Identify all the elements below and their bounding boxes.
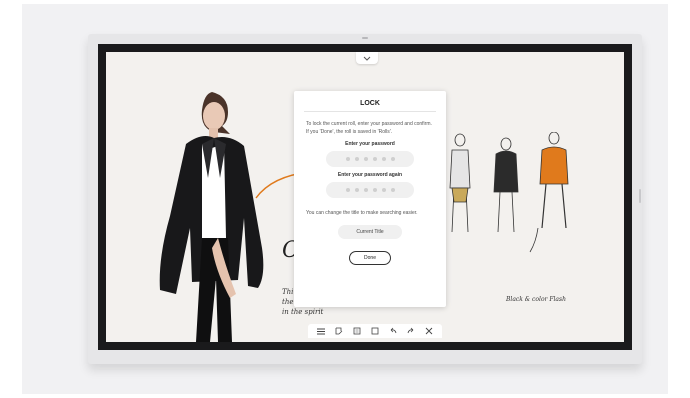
dialog-title: LOCK (304, 91, 436, 112)
password-label: Enter your password (345, 141, 395, 147)
password-mask-dot (354, 188, 359, 192)
password-mask-dot (354, 157, 359, 161)
bottom-toolbar (308, 324, 442, 338)
fashion-sketches (449, 132, 569, 253)
password-mask-dot (381, 188, 386, 192)
drawing-canvas[interactable]: Cl Thi the in the spirit Black & color F… (106, 52, 624, 342)
password-mask-dot (372, 157, 377, 161)
lock-dialog: LOCK To lock the current roll, enter you… (294, 91, 446, 307)
redo-icon[interactable] (406, 326, 416, 336)
square-icon[interactable] (370, 326, 380, 336)
side-button (639, 189, 641, 203)
handwritten-note: in the spirit (282, 308, 324, 316)
password-mask-dot (363, 157, 368, 161)
camera-slot (362, 37, 368, 39)
menu-icon[interactable] (316, 326, 326, 336)
close-icon[interactable] (424, 326, 434, 336)
done-button[interactable]: Done (349, 251, 391, 265)
handwritten-note: Thi (282, 288, 294, 296)
title-hint: You can change the title to make searchi… (306, 210, 418, 216)
password-mask-dot (381, 157, 386, 161)
title-input[interactable]: Current Title (338, 225, 402, 239)
password-again-label: Enter your password again (337, 172, 403, 178)
edit-icon[interactable] (334, 326, 344, 336)
collapse-handle[interactable] (356, 52, 378, 64)
password-mask-dot (390, 188, 395, 192)
screen: Cl Thi the in the spirit Black & color F… (98, 44, 632, 350)
password-mask-dot (363, 188, 368, 192)
model-photo (159, 92, 264, 342)
handwritten-note: the (282, 298, 294, 306)
password-mask-dot (345, 188, 350, 192)
password-confirm-input[interactable] (326, 182, 414, 198)
password-mask-dot (390, 157, 395, 161)
chevron-down-icon (363, 56, 371, 61)
undo-icon[interactable] (388, 326, 398, 336)
notes-icon[interactable] (352, 326, 362, 336)
dialog-description: To lock the current roll, enter your pas… (306, 121, 432, 135)
password-input[interactable] (326, 151, 414, 167)
sketch-caption: Black & color Flash (506, 296, 566, 303)
password-mask-dot (372, 188, 377, 192)
password-mask-dot (345, 157, 350, 161)
